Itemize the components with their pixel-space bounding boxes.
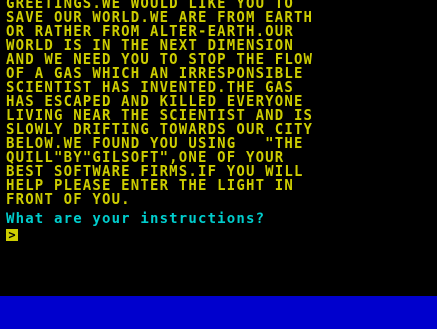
story-line: FRONT OF YOU. xyxy=(6,190,131,209)
instructions-prompt: What are your instructions? xyxy=(6,211,266,227)
screen-border-bottom xyxy=(0,296,437,329)
command-input-cursor[interactable]: > xyxy=(6,229,18,241)
game-screen: GREETINGS.WE WOULD LIKE YOU TO SAVE OUR … xyxy=(0,0,437,329)
